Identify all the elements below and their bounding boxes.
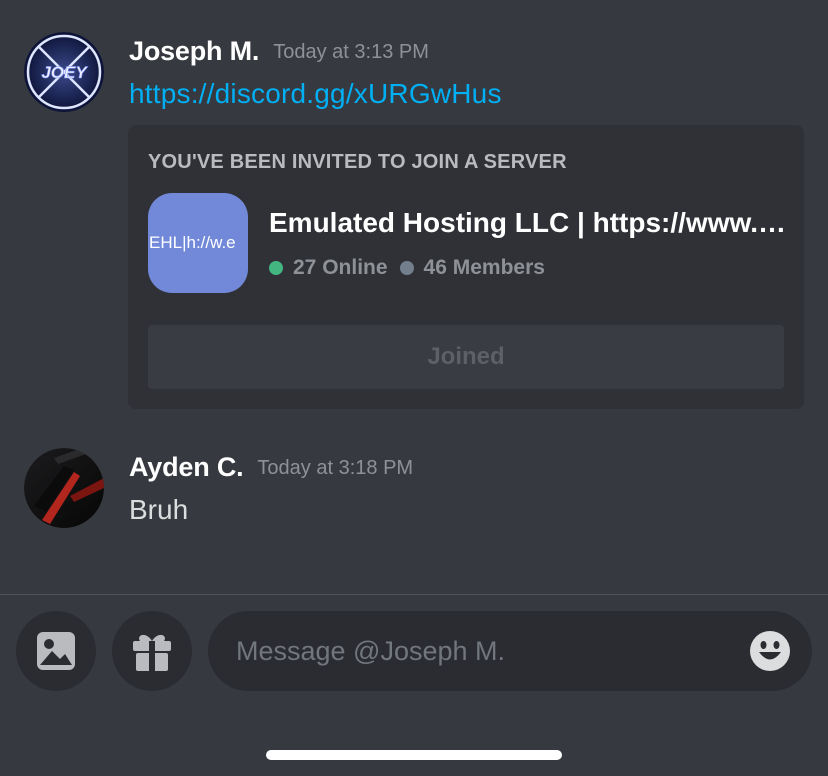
home-indicator[interactable] (266, 750, 562, 760)
server-stats: 27 Online 46 Members (269, 256, 545, 280)
server-icon-text: EHL|h://w.e (149, 233, 236, 252)
message-timestamp: Today at 3:13 PM (273, 41, 429, 63)
member-count: 46 Members (423, 256, 545, 279)
message-content: https://discord.gg/xURGwHus (129, 78, 502, 110)
online-status-dot (269, 261, 283, 275)
avatar-ayden[interactable] (24, 448, 104, 528)
message-header: Ayden C. Today at 3:18 PM (129, 452, 413, 483)
message-input-container (208, 611, 812, 691)
members-status-dot (399, 261, 414, 275)
online-count: 27 Online (293, 256, 388, 279)
invite-link[interactable]: https://discord.gg/xURGwHus (129, 78, 502, 109)
gift-button[interactable] (112, 611, 192, 691)
image-upload-button[interactable] (16, 611, 96, 691)
chat-messages: JOEY Joseph M. Today at 3:13 PM https://d… (0, 0, 828, 594)
invite-heading: YOU'VE BEEN INVITED TO JOIN A SERVER (148, 151, 567, 173)
author-name[interactable]: Joseph M. (129, 36, 259, 66)
author-name[interactable]: Ayden C. (129, 452, 244, 482)
emoji-icon[interactable] (750, 631, 790, 671)
gift-icon (133, 634, 171, 671)
server-name: Emulated Hosting LLC | https://www.emula… (269, 207, 789, 238)
image-icon (37, 632, 75, 670)
avatar-joseph[interactable]: JOEY (24, 32, 104, 112)
joined-button[interactable]: Joined (148, 325, 784, 389)
message-input[interactable] (236, 611, 736, 691)
message-content: Bruh (129, 494, 189, 525)
message-header: Joseph M. Today at 3:13 PM (129, 36, 429, 67)
svg-text:JOEY: JOEY (41, 63, 88, 82)
message-timestamp: Today at 3:18 PM (257, 457, 414, 479)
server-invite-card: YOU'VE BEEN INVITED TO JOIN A SERVER EHL… (128, 125, 804, 409)
message-composer (0, 595, 828, 776)
server-icon[interactable]: EHL|h://w.e (148, 193, 248, 293)
